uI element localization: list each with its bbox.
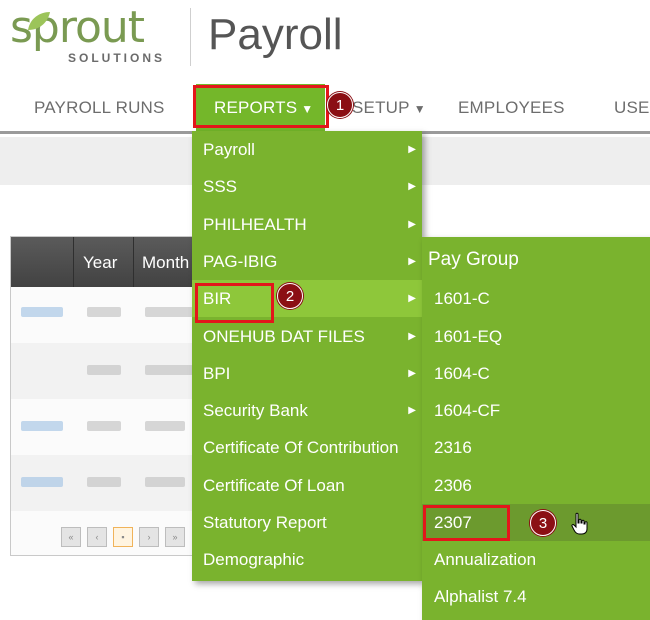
caret-right-icon: ▶ (408, 331, 416, 342)
table-header: Year Month (11, 237, 211, 287)
menu-item-payroll[interactable]: Payroll ▶ (192, 131, 422, 168)
redacted-cell (145, 307, 193, 317)
nav-employees[interactable]: EMPLOYEES (458, 84, 565, 132)
menu-item-label: PHILHEALTH (203, 215, 307, 234)
submenu-item-label: 1601-EQ (434, 327, 503, 346)
sprout-logo[interactable]: sprout SOLUTIONS (10, 2, 178, 68)
current-page-icon[interactable]: ▪ (113, 527, 133, 547)
payroll-table: Year Month « ‹ ▪ › » (10, 236, 211, 556)
menu-item-certificate-of-loan[interactable]: Certificate Of Loan (192, 467, 422, 504)
caret-right-icon: ▶ (408, 405, 416, 416)
menu-item-label: Certificate Of Loan (203, 476, 345, 495)
logo-subtitle: SOLUTIONS (68, 51, 166, 65)
step-badge-3: 3 (530, 510, 556, 536)
nav-label: EMPLOYEES (458, 98, 565, 117)
table-row[interactable] (11, 399, 211, 455)
caret-down-icon: ▼ (413, 102, 426, 116)
submenu-item-annualization[interactable]: Annualization (422, 541, 650, 578)
app-header: sprout SOLUTIONS Payroll (0, 0, 650, 80)
table-row[interactable] (11, 343, 211, 399)
submenu-item-1601-eq[interactable]: 1601-EQ (422, 318, 650, 355)
redacted-cell (21, 421, 63, 431)
table-row[interactable] (11, 455, 211, 511)
bir-submenu: Pay Group 1601-C 1601-EQ 1604-C 1604-CF … (422, 237, 650, 620)
caret-right-icon: ▶ (408, 368, 416, 379)
highlight-reports (193, 85, 329, 128)
menu-item-security-bank[interactable]: Security Bank ▶ (192, 392, 422, 429)
last-page-icon[interactable]: » (165, 527, 185, 547)
menu-item-pag-ibig[interactable]: PAG-IBIG ▶ (192, 243, 422, 280)
submenu-item-label: 1604-C (434, 364, 490, 383)
app-title: Payroll (208, 10, 343, 59)
menu-item-certificate-of-contribution[interactable]: Certificate Of Contribution (192, 429, 422, 466)
redacted-cell (87, 421, 121, 431)
submenu-item-label: 1604-CF (434, 401, 501, 420)
column-header-month[interactable]: Month (142, 237, 189, 287)
highlight-2307 (423, 505, 510, 541)
menu-item-label: Demographic (203, 550, 305, 569)
table-row[interactable] (11, 287, 211, 343)
redacted-cell (21, 307, 63, 317)
caret-right-icon: ▶ (408, 293, 416, 304)
caret-right-icon: ▶ (408, 181, 416, 192)
caret-right-icon: ▶ (408, 256, 416, 267)
caret-right-icon: ▶ (408, 219, 416, 230)
menu-item-label: BPI (203, 364, 231, 383)
submenu-item-label: Annualization (434, 550, 537, 569)
submenu-item-2316[interactable]: 2316 (422, 429, 650, 466)
menu-item-label: Statutory Report (203, 513, 327, 532)
redacted-cell (145, 365, 193, 375)
redacted-cell (87, 307, 121, 317)
caret-right-icon: ▶ (408, 144, 416, 155)
submenu-item-1604-c[interactable]: 1604-C (422, 355, 650, 392)
menu-item-bpi[interactable]: BPI ▶ (192, 355, 422, 392)
submenu-item-2306[interactable]: 2306 (422, 467, 650, 504)
submenu-header: Pay Group (428, 249, 519, 270)
submenu-item-label: 2306 (434, 476, 472, 495)
leaf-icon (28, 12, 50, 30)
menu-item-label: SSS (203, 177, 238, 196)
menu-item-philhealth[interactable]: PHILHEALTH ▶ (192, 206, 422, 243)
nav-setup[interactable]: SETUP ▼ (352, 84, 426, 132)
header-divider (190, 8, 191, 66)
nav-users[interactable]: USE (614, 84, 650, 132)
menu-item-label: PAG-IBIG (203, 252, 278, 271)
menu-item-onehub-dat-files[interactable]: ONEHUB DAT FILES ▶ (192, 318, 422, 355)
prev-page-icon[interactable]: ‹ (87, 527, 107, 547)
submenu-item-label: Alphalist 7.4 (434, 587, 527, 606)
column-separator (133, 237, 134, 287)
redacted-cell (87, 365, 121, 375)
menu-item-demographic[interactable]: Demographic (192, 541, 422, 578)
redacted-cell (87, 477, 121, 487)
submenu-item-1604-cf[interactable]: 1604-CF (422, 392, 650, 429)
nav-label: SETUP (352, 98, 410, 117)
highlight-bir (195, 283, 274, 323)
menu-item-label: Certificate Of Contribution (203, 438, 399, 457)
step-badge-1: 1 (327, 92, 353, 118)
submenu-item-label: 1601-C (434, 289, 490, 308)
menu-item-label: Security Bank (203, 401, 308, 420)
nav-label: USE (614, 98, 650, 117)
menu-item-label: ONEHUB DAT FILES (203, 327, 365, 346)
first-page-icon[interactable]: « (61, 527, 81, 547)
column-separator (73, 237, 74, 287)
submenu-item-1601-c[interactable]: 1601-C (422, 280, 650, 317)
nav-payroll-runs[interactable]: PAYROLL RUNS (34, 84, 165, 132)
next-page-icon[interactable]: › (139, 527, 159, 547)
nav-label: PAYROLL RUNS (34, 98, 165, 117)
redacted-cell (21, 477, 63, 487)
submenu-item-label: 2316 (434, 438, 472, 457)
hand-pointer-icon (571, 512, 588, 535)
column-header-year[interactable]: Year (83, 237, 117, 287)
redacted-cell (145, 421, 185, 431)
step-badge-2: 2 (277, 283, 303, 309)
reports-dropdown: Payroll ▶ SSS ▶ PHILHEALTH ▶ PAG-IBIG ▶ … (192, 131, 422, 581)
menu-item-label: Payroll (203, 140, 255, 159)
menu-item-sss[interactable]: SSS ▶ (192, 168, 422, 205)
redacted-cell (145, 477, 185, 487)
submenu-item-alphalist-7-4[interactable]: Alphalist 7.4 (422, 578, 650, 615)
menu-item-statutory-report[interactable]: Statutory Report (192, 504, 422, 541)
